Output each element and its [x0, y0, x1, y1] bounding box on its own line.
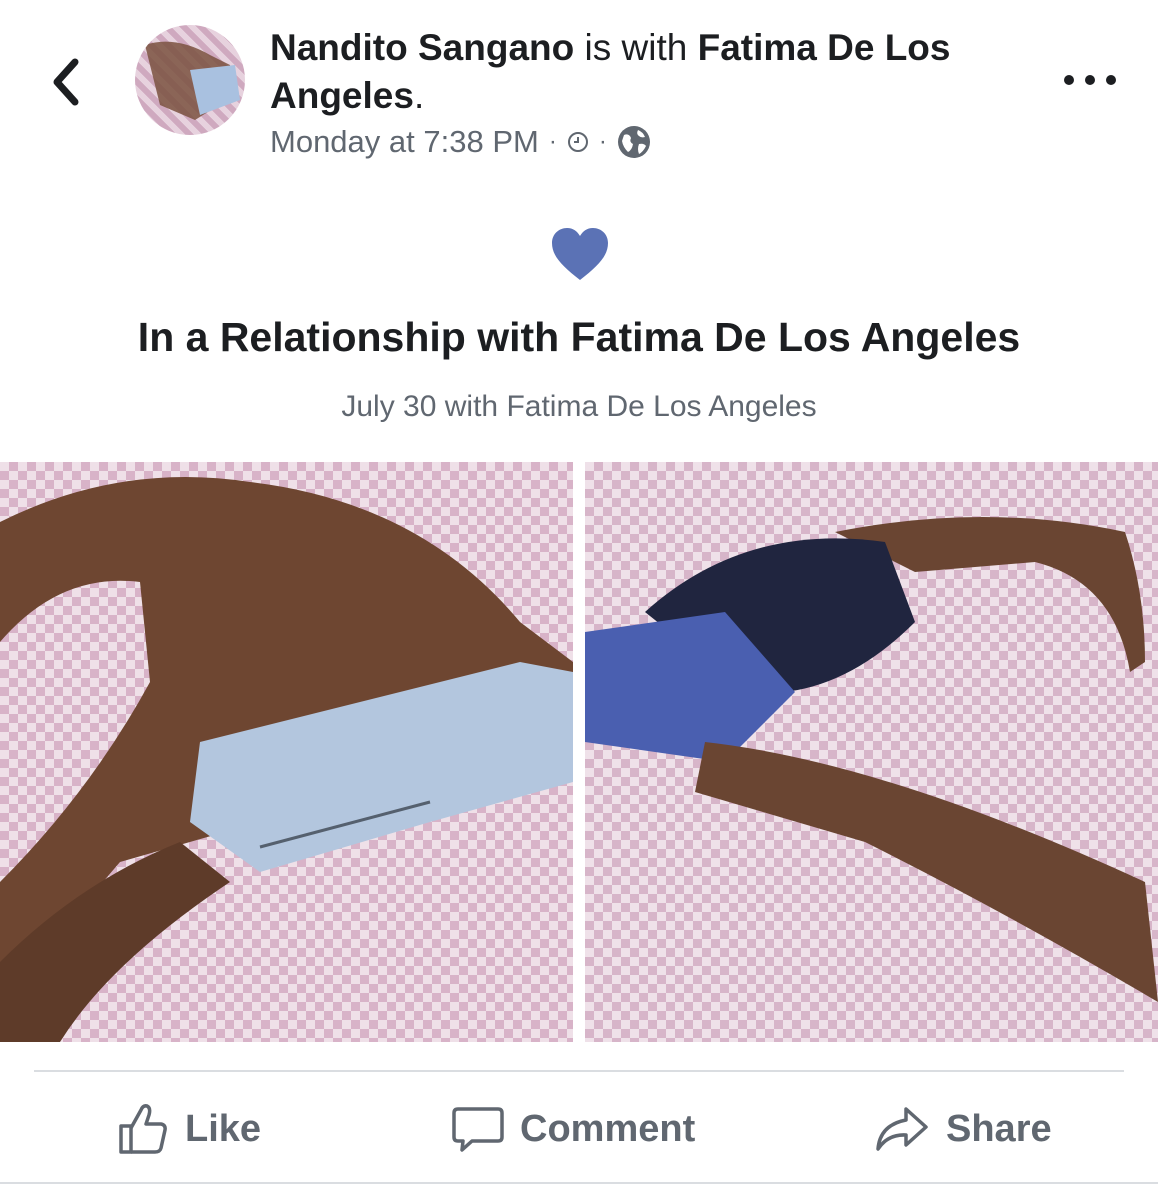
more-dot: [1085, 75, 1095, 85]
avatar[interactable]: [135, 25, 245, 135]
globe-icon[interactable]: [617, 125, 651, 159]
share-button[interactable]: Share: [874, 1096, 1052, 1162]
clock-icon: [567, 132, 588, 152]
post-meta: Monday at 7:38 PM · ·: [270, 124, 651, 160]
with-connector: is with: [574, 27, 698, 68]
photo-left[interactable]: [0, 462, 573, 1042]
life-event-title[interactable]: In a Relationship with Fatima De Los Ang…: [0, 314, 1158, 361]
separator-dot: ·: [548, 128, 557, 155]
post-header: Nandito Sangano is with Fatima De Los An…: [270, 24, 1030, 120]
separator-dot: ·: [598, 128, 607, 155]
more-options-icon: [1064, 75, 1074, 85]
thumbs-up-icon: [119, 1104, 167, 1154]
life-event-subtitle: July 30 with Fatima De Los Angeles: [341, 390, 817, 423]
comment-icon: [452, 1107, 504, 1152]
comment-button[interactable]: Comment: [452, 1096, 695, 1162]
share-label: Share: [946, 1107, 1052, 1150]
chevron-left-icon: [53, 58, 79, 106]
photo-right[interactable]: [585, 462, 1158, 1042]
avatar-photo: [145, 41, 240, 120]
like-button[interactable]: Like: [117, 1096, 261, 1162]
divider: [34, 1070, 1124, 1072]
back-button[interactable]: [40, 52, 92, 112]
heart-icon: [552, 228, 608, 280]
bottom-divider: [0, 1182, 1158, 1184]
author-name[interactable]: Nandito Sangano: [270, 27, 574, 68]
like-label: Like: [185, 1107, 262, 1150]
share-icon: [876, 1107, 928, 1151]
period: .: [413, 75, 425, 116]
comment-label: Comment: [520, 1107, 696, 1150]
more-options-button[interactable]: [1064, 66, 1116, 94]
post-time[interactable]: Monday at 7:38 PM: [270, 124, 539, 160]
more-dot: [1106, 75, 1116, 85]
